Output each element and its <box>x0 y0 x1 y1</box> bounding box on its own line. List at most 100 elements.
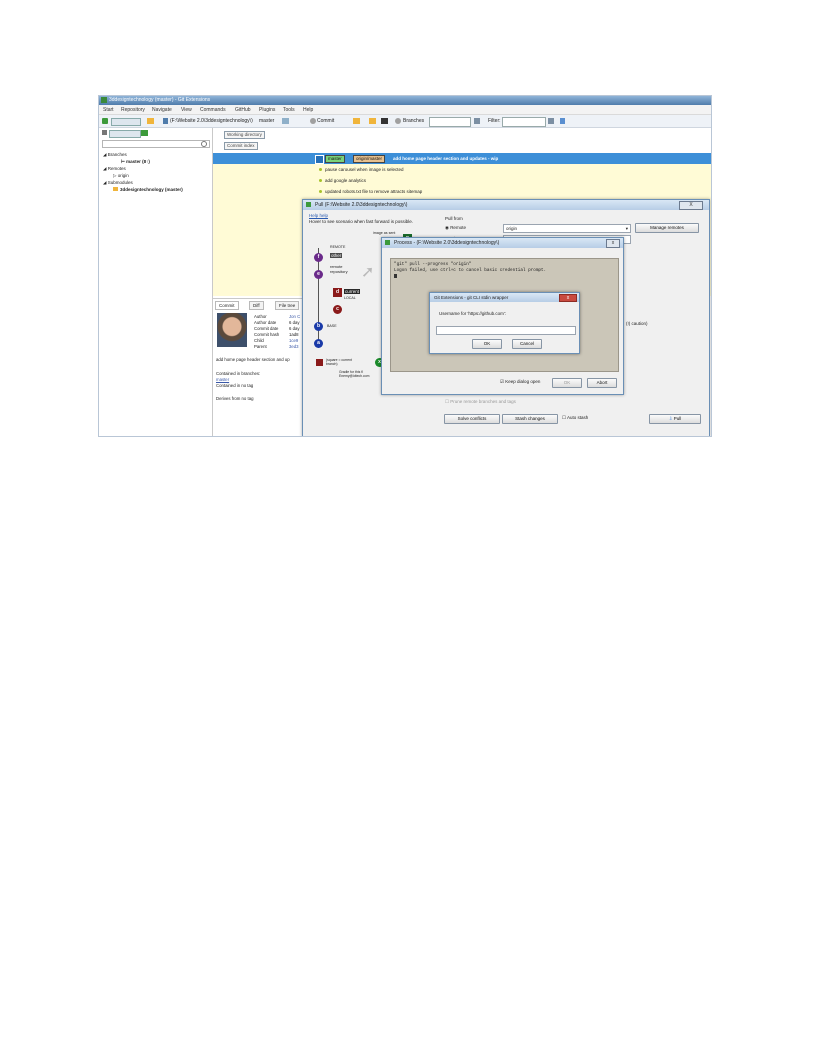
repo-icon <box>163 118 168 124</box>
menu-commands[interactable]: Commands <box>200 107 226 113</box>
tree-refresh-icon[interactable] <box>141 130 148 136</box>
commit-hash-label: Commit hash <box>254 332 280 337</box>
manage-remotes-button[interactable]: Manage remotes <box>635 223 699 233</box>
menu-plugins[interactable]: Plugins <box>259 107 275 113</box>
branch-tag-origin-master[interactable]: origin/master <box>353 155 386 163</box>
remotes-label: Remotes <box>107 166 126 171</box>
sort-icon[interactable] <box>560 118 565 124</box>
branch-tag-master[interactable]: master <box>325 155 345 163</box>
prune-label: Prune remote branches and tags <box>450 399 516 404</box>
current-label: current <box>344 289 361 294</box>
refresh-icon[interactable] <box>102 118 108 124</box>
cancel-button[interactable]: Cancel <box>512 339 542 349</box>
commit-row[interactable]: pause carousel when image is selected <box>213 164 711 175</box>
pull-dialog-title: Pull (F:\Website 2.0\3ddesigntechnology\… <box>315 202 408 208</box>
prune-checkbox[interactable]: ☐ Prune remote branches and tags <box>445 399 516 405</box>
pull-button[interactable]: ⇩ Pull <box>649 414 701 424</box>
derives-text: Derives from no tag <box>216 396 254 401</box>
diagram-line <box>318 248 319 348</box>
left-toolbar-icons[interactable] <box>109 130 141 138</box>
pin-icon[interactable] <box>102 130 107 135</box>
submodules-node[interactable]: ◢ Submodules <box>103 180 133 186</box>
remote-select[interactable]: origin ▾ <box>503 224 631 233</box>
branches-node[interactable]: ◢ Branches <box>103 152 127 158</box>
diagram-node-b: b <box>314 322 323 331</box>
commit-button[interactable]: Commit <box>317 118 334 124</box>
close-button[interactable]: x <box>606 239 620 248</box>
commit-icon <box>310 118 316 124</box>
remotes-node[interactable]: ◢ Remotes <box>103 166 126 172</box>
branch-selector[interactable]: master <box>259 118 274 124</box>
remote-origin-label: origin <box>117 173 129 178</box>
graph-node-icon <box>315 155 324 164</box>
abort-button[interactable]: Abort <box>587 378 617 388</box>
layout-toggle-icon[interactable] <box>111 118 141 126</box>
graph-node-icon <box>319 179 322 182</box>
close-button[interactable]: x <box>559 294 577 302</box>
ok-button[interactable]: OK <box>472 339 502 349</box>
repo-path[interactable]: (F:\Website 2.0\3ddesigntechnology\) <box>170 118 253 124</box>
working-directory-row[interactable]: Working directory <box>224 131 265 139</box>
stash-changes-button[interactable]: Stash changes <box>502 414 558 424</box>
folder-icon <box>113 187 118 191</box>
diagram-node-a: a <box>314 339 323 348</box>
merge-help-link[interactable]: Help help <box>309 213 328 218</box>
push-icon[interactable] <box>353 118 360 124</box>
commit-message: pause carousel when image is selected <box>325 167 404 172</box>
branch-icon[interactable] <box>282 118 289 124</box>
close-button[interactable]: X <box>679 201 703 210</box>
cursor <box>394 274 397 278</box>
console-icon[interactable] <box>381 118 388 124</box>
remote-origin[interactable]: ▷ origin <box>113 173 129 179</box>
submodule-item[interactable]: 3ddesigntechnology (master) <box>113 187 183 192</box>
menu-repository[interactable]: Repository <box>121 107 145 113</box>
filter-options-icon[interactable] <box>548 118 554 124</box>
commit-row[interactable]: updated robots.txt file to remove attrac… <box>213 186 711 197</box>
filter-input[interactable] <box>502 117 546 127</box>
main-toolbar: (F:\Website 2.0\3ddesigntechnology\) mas… <box>99 115 711 128</box>
contained-tag-text: Contained in no tag <box>216 383 254 388</box>
parent-value[interactable]: 3ed3 <box>289 344 299 349</box>
commit-message: add google analytics <box>325 178 367 183</box>
contained-branch-link[interactable]: master <box>216 377 229 382</box>
pull-button-label: Pull <box>673 416 682 421</box>
keep-dialog-open-checkbox[interactable]: ☑ Keep dialog open <box>500 379 540 385</box>
commit-row-selected[interactable]: master origin/master add home page heade… <box>213 153 711 164</box>
menu-navigate[interactable]: Navigate <box>152 107 172 113</box>
avatar <box>217 313 247 347</box>
auto-stash-checkbox[interactable]: ☐ Auto stash <box>562 415 588 421</box>
console-line: "git" pull --progress "origin" <box>394 262 472 267</box>
process-dialog-title: Process - (F:\Website 2.0\3ddesigntechno… <box>394 240 500 246</box>
folder-icon[interactable] <box>147 118 154 124</box>
menu-start[interactable]: Start <box>103 107 114 113</box>
filter-icon[interactable] <box>474 118 480 124</box>
branch-master[interactable]: ⊢ master (8↑) <box>121 159 150 165</box>
graph-node-icon <box>319 190 322 193</box>
branches-filter-input[interactable] <box>429 117 471 127</box>
author-value[interactable]: Jon C <box>289 314 300 319</box>
branch-search-input[interactable] <box>102 140 210 148</box>
parent-label: Parent <box>254 344 267 349</box>
menu-help[interactable]: Help <box>303 107 313 113</box>
remote-radio[interactable]: ◉ Remote <box>445 225 466 231</box>
tab-diff[interactable]: Diff <box>249 301 264 310</box>
submodules-label: Submodules <box>107 180 133 185</box>
auto-stash-label: Auto stash <box>567 415 589 420</box>
author-label: Author <box>254 314 267 319</box>
menu-view[interactable]: View <box>181 107 192 113</box>
stash-icon[interactable] <box>369 118 376 124</box>
tab-commit[interactable]: Commit <box>215 301 239 310</box>
pull-icon <box>306 202 311 207</box>
tab-file-tree[interactable]: File tree <box>275 301 300 310</box>
child-value[interactable]: 1ce9 <box>289 338 298 343</box>
ok-button[interactable]: OK <box>552 378 582 388</box>
window-title: 3ddesigntechnology (master) - Git Extens… <box>109 97 211 103</box>
menu-tools[interactable]: Tools <box>283 107 295 113</box>
commit-index-row[interactable]: Commit index <box>224 142 258 150</box>
console-line: Logon failed, use ctrl+c to cancel basic… <box>394 268 547 273</box>
username-input[interactable] <box>436 326 576 335</box>
solve-conflicts-button[interactable]: Solve conflicts <box>444 414 500 424</box>
commit-row[interactable]: add google analytics <box>213 175 711 186</box>
settings-icon[interactable] <box>395 118 401 124</box>
menu-github[interactable]: GitHub <box>235 107 251 113</box>
